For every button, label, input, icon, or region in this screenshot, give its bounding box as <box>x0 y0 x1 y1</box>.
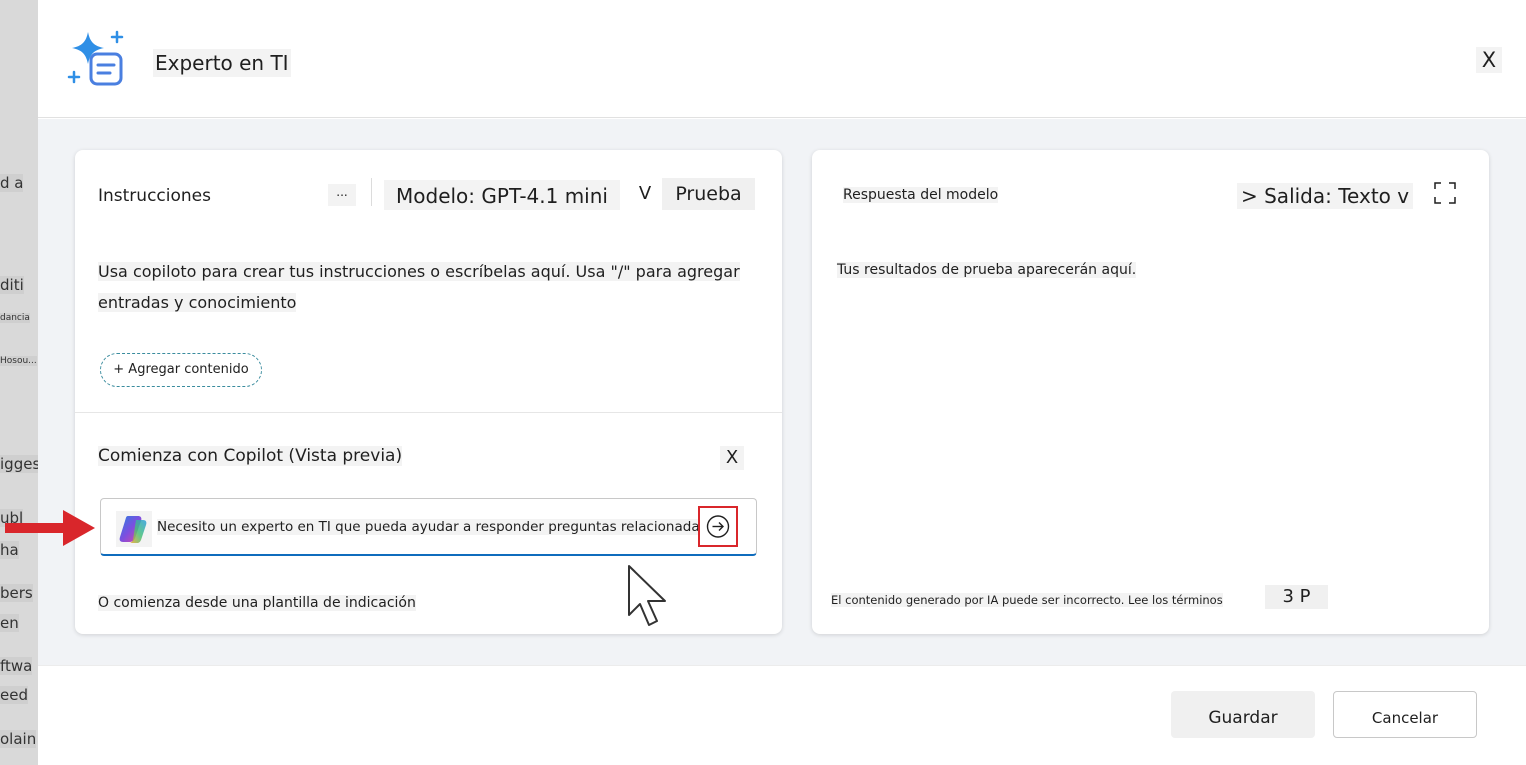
instructions-panel: Instrucciones ... Modelo: GPT-4.1 mini V… <box>75 150 782 634</box>
background-text: bers <box>0 584 33 602</box>
background-text: olain <box>0 730 37 748</box>
background-text: ftwa <box>0 657 33 675</box>
ai-disclaimer: El contenido generado por IA puede ser i… <box>831 593 1223 607</box>
copilot-close-button[interactable]: X <box>720 446 744 470</box>
dialog-close-button[interactable]: X <box>1476 47 1502 73</box>
background-text: dancia <box>0 313 30 323</box>
toolbar-divider <box>371 178 372 206</box>
arrow-right-circle-icon <box>706 515 730 538</box>
prompt-template-link[interactable]: O comienza desde una plantilla de indica… <box>98 595 416 611</box>
copilot-title: Comienza con Copilot (Vista previa) <box>98 446 403 466</box>
output-format-selector[interactable]: > Salida: Texto v <box>1237 183 1414 209</box>
instructions-placeholder-line1: Usa copiloto para crear tus instruccione… <box>98 262 740 281</box>
cancel-button[interactable]: Cancelar <box>1333 691 1477 738</box>
dialog-header: Experto en TI X <box>38 0 1526 118</box>
background-text: d a <box>0 174 24 192</box>
copilot-prompt-input[interactable]: Necesito un experto en TI que pueda ayud… <box>100 498 757 556</box>
add-content-button[interactable]: + Agregar contenido <box>100 353 262 387</box>
background-page: d a diti dancia Hosou... igges ubl ha be… <box>0 0 40 765</box>
response-placeholder: Tus resultados de prueba aparecerán aquí… <box>837 262 1137 278</box>
copilot-prompt-text: Necesito un experto en TI que pueda ayud… <box>157 519 707 535</box>
page-badge: 3 P <box>1265 585 1328 609</box>
instructions-input[interactable]: Usa copiloto para crear tus instruccione… <box>98 256 748 318</box>
agent-dialog: Experto en TI X Instrucciones ... Modelo… <box>38 0 1526 765</box>
dialog-title: Experto en TI <box>153 49 291 77</box>
copilot-section: Comienza con Copilot (Vista previa) X Ne… <box>75 412 782 634</box>
instructions-label: Instrucciones <box>98 186 211 206</box>
background-text: en <box>0 614 19 632</box>
background-text: eed <box>0 686 28 704</box>
more-options-button[interactable]: ... <box>328 184 356 206</box>
background-text: igges <box>0 455 40 473</box>
background-text: diti <box>0 276 24 294</box>
model-chevron-icon[interactable]: V <box>632 181 658 207</box>
dialog-footer: Guardar Cancelar <box>38 665 1526 765</box>
mouse-cursor-icon <box>628 565 666 626</box>
save-button[interactable]: Guardar <box>1171 691 1315 738</box>
dialog-body: Instrucciones ... Modelo: GPT-4.1 mini V… <box>38 119 1526 665</box>
model-selector[interactable]: Modelo: GPT-4.1 mini <box>384 180 620 210</box>
instructions-placeholder-line2: entradas y conocimiento <box>98 293 297 312</box>
red-annotation-arrow-icon <box>5 510 95 546</box>
background-text: Hosou... <box>0 356 37 366</box>
expand-icon[interactable] <box>1432 180 1458 206</box>
send-button[interactable] <box>698 506 738 547</box>
copilot-logo-icon <box>116 511 152 547</box>
agent-sparkle-icon <box>67 30 124 86</box>
test-button[interactable]: Prueba <box>662 178 755 210</box>
model-response-label: Respuesta del modelo <box>843 187 999 203</box>
model-response-panel: Respuesta del modelo > Salida: Texto v T… <box>812 150 1489 634</box>
